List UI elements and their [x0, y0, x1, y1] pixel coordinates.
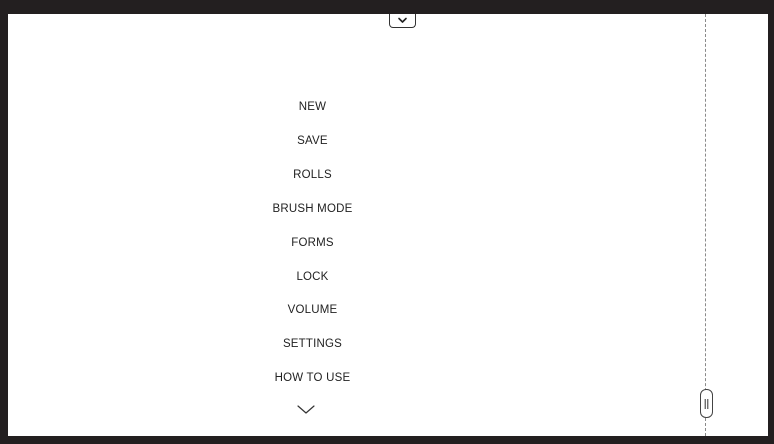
split-guide-line	[705, 14, 706, 436]
menu-item-lock[interactable]: LOCK	[8, 271, 617, 283]
menu-item-new[interactable]: NEW	[8, 101, 617, 113]
menu-item-volume[interactable]: VOLUME	[8, 304, 617, 316]
canvas-screen: NEW SAVE ROLLS BRUSH MODE FORMS LOCK VOL…	[8, 14, 768, 436]
drag-handle-icon	[704, 398, 709, 409]
menu-item-how-to-use[interactable]: HOW TO USE	[8, 372, 617, 384]
menu-item-settings[interactable]: SETTINGS	[8, 338, 617, 350]
top-menu-toggle-button[interactable]	[389, 14, 416, 28]
chevron-down-icon	[398, 17, 407, 23]
more-menu-button[interactable]	[295, 403, 317, 417]
menu-item-rolls[interactable]: ROLLS	[8, 169, 617, 181]
menu-item-brush-mode[interactable]: BRUSH MODE	[8, 203, 617, 215]
menu-item-save[interactable]: SAVE	[8, 135, 617, 147]
chevron-down-icon	[297, 405, 315, 414]
split-drag-handle[interactable]	[700, 389, 713, 418]
menu-item-forms[interactable]: FORMS	[8, 237, 617, 249]
